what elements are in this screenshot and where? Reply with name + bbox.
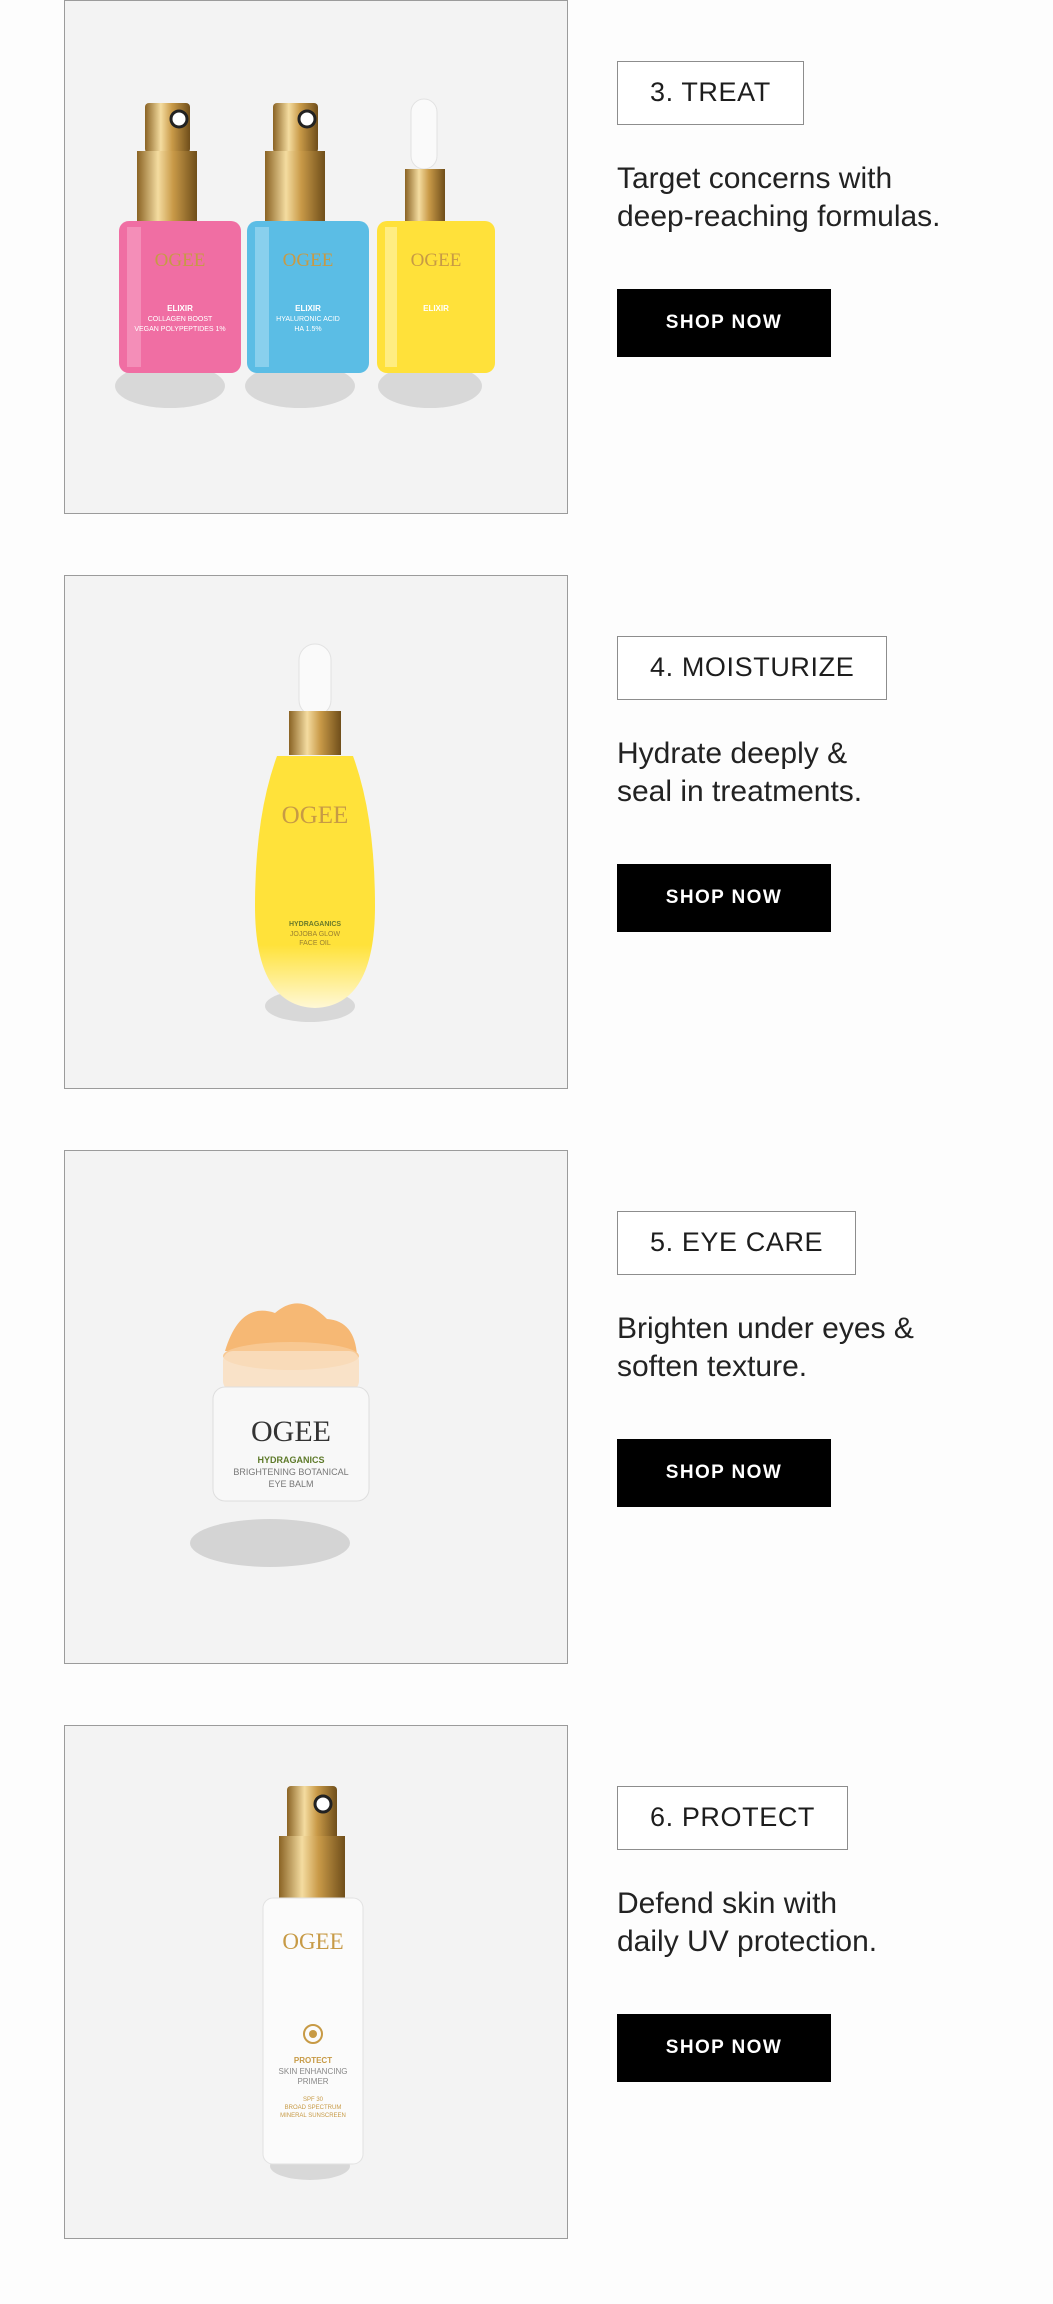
step-description-moisturize: Hydrate deeply & seal in treatments. xyxy=(617,737,863,808)
face-oil-image: OGEE HYDRAGANICS JOJOBA GLOW FACE OIL xyxy=(255,643,375,1022)
product-photo-eye-care[interactable]: OGEE HYDRAGANICS BRIGHTENING BOTANICAL E… xyxy=(64,1150,568,1664)
elixir-trio-image: OGEE ELIXIR COLLAGEN BOOST VEGAN POLYPEP… xyxy=(115,98,495,408)
svg-text:MINERAL SUNSCREEN: MINERAL SUNSCREEN xyxy=(280,2113,346,2119)
svg-text:SPF 30: SPF 30 xyxy=(303,2097,324,2103)
svg-text:PRIMER: PRIMER xyxy=(297,2077,328,2086)
svg-text:BROAD SPECTRUM: BROAD SPECTRUM xyxy=(285,2105,342,2111)
svg-text:FACE OIL: FACE OIL xyxy=(299,940,331,947)
product-photo-protect[interactable]: OGEE PROTECT SKIN ENHANCING PRIMER SPF 3… xyxy=(64,1725,568,2239)
svg-text:COLLAGEN BOOST: COLLAGEN BOOST xyxy=(148,316,213,323)
eye-balm-image: OGEE HYDRAGANICS BRIGHTENING BOTANICAL E… xyxy=(190,1303,370,1567)
product-photo-moisturize[interactable]: OGEE HYDRAGANICS JOJOBA GLOW FACE OIL xyxy=(64,575,568,1089)
blue-bottle-brand: OGEE xyxy=(283,250,334,271)
section-eye-care: OGEE HYDRAGANICS BRIGHTENING BOTANICAL E… xyxy=(0,1150,1053,1724)
shop-now-button-treat[interactable]: SHOP NOW xyxy=(617,289,831,357)
svg-text:SKIN ENHANCING: SKIN ENHANCING xyxy=(279,2067,348,2076)
svg-text:ELIXIR: ELIXIR xyxy=(423,304,449,313)
face-oil-brand: OGEE xyxy=(282,802,349,829)
shop-now-button-moisturize[interactable]: SHOP NOW xyxy=(617,864,831,932)
svg-text:ELIXIR: ELIXIR xyxy=(167,304,193,313)
step-label-protect: 6. PROTECT xyxy=(617,1786,849,1850)
section-protect: OGEE PROTECT SKIN ENHANCING PRIMER SPF 3… xyxy=(0,1725,1053,2299)
svg-text:HYALURONIC ACID: HYALURONIC ACID xyxy=(276,316,340,323)
svg-text:PROTECT: PROTECT xyxy=(294,2056,332,2065)
shop-now-button-protect[interactable]: SHOP NOW xyxy=(617,2014,831,2082)
svg-text:HYDRAGANICS: HYDRAGANICS xyxy=(289,921,341,928)
section-treat: OGEE ELIXIR COLLAGEN BOOST VEGAN POLYPEP… xyxy=(0,0,1053,574)
svg-text:ELIXIR: ELIXIR xyxy=(295,304,321,313)
section-moisturize: OGEE HYDRAGANICS JOJOBA GLOW FACE OIL 4.… xyxy=(0,575,1053,1149)
step-label-eye-care: 5. EYE CARE xyxy=(617,1211,857,1275)
svg-text:BRIGHTENING BOTANICAL: BRIGHTENING BOTANICAL xyxy=(233,1467,348,1477)
svg-text:HYDRAGANICS: HYDRAGANICS xyxy=(257,1455,324,1465)
step-label-moisturize: 4. MOISTURIZE xyxy=(617,636,888,700)
eye-balm-brand: OGEE xyxy=(251,1415,331,1448)
primer-brand: OGEE xyxy=(282,1929,343,1954)
svg-text:EYE BALM: EYE BALM xyxy=(268,1479,313,1489)
step-description-treat: Target concerns with deep-reaching formu… xyxy=(617,162,941,233)
primer-bottle-image: OGEE PROTECT SKIN ENHANCING PRIMER SPF 3… xyxy=(262,1786,364,2180)
pink-bottle-brand: OGEE xyxy=(155,250,206,271)
svg-text:VEGAN POLYPEPTIDES 1%: VEGAN POLYPEPTIDES 1% xyxy=(134,326,225,333)
product-photo-treat[interactable]: OGEE ELIXIR COLLAGEN BOOST VEGAN POLYPEP… xyxy=(64,0,568,514)
step-label-treat: 3. TREAT xyxy=(617,61,804,125)
svg-text:HA 1.5%: HA 1.5% xyxy=(294,326,321,333)
shop-now-button-eye-care[interactable]: SHOP NOW xyxy=(617,1439,831,1507)
svg-text:JOJOBA GLOW: JOJOBA GLOW xyxy=(290,931,341,938)
step-description-eye-care: Brighten under eyes & soften texture. xyxy=(617,1312,914,1383)
step-description-protect: Defend skin with daily UV protection. xyxy=(617,1887,878,1958)
yellow-bottle-brand: OGEE xyxy=(411,250,462,271)
